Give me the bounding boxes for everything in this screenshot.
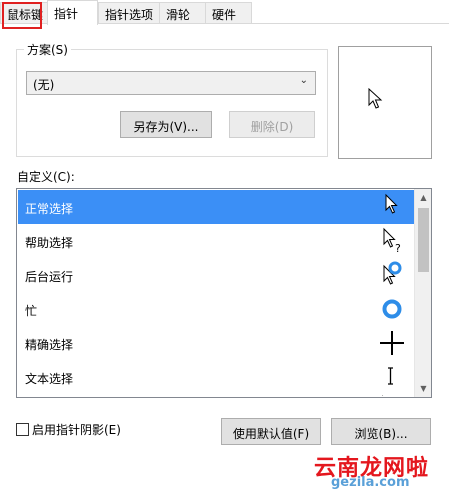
- use-default-button[interactable]: 使用默认值(F): [221, 418, 321, 445]
- arrow-cursor-icon: [370, 190, 410, 224]
- cursor-list[interactable]: 正常选择 帮助选择 ? 后台运行 忙 精确选择 文本选择 ▲ ▼: [16, 188, 432, 398]
- pointer-shadow-label: 启用指针阴影(E): [32, 423, 121, 437]
- tab-hardware[interactable]: 硬件: [205, 2, 252, 24]
- tab-pointer-options[interactable]: 指针选项: [98, 2, 160, 24]
- scheme-select[interactable]: (无) ⌄: [26, 71, 316, 95]
- list-item-partial[interactable]: [18, 394, 414, 396]
- scheme-select-value: (无): [33, 78, 55, 92]
- svg-text:?: ?: [395, 242, 401, 255]
- delete-button-label: 删除(D): [250, 120, 294, 134]
- checkbox-box[interactable]: [16, 423, 29, 436]
- tab-pointers[interactable]: 指针: [47, 0, 98, 25]
- working-in-background-cursor-icon: [370, 258, 410, 292]
- cursor-preview: [338, 46, 432, 159]
- delete-button[interactable]: 删除(D): [229, 111, 315, 138]
- scrollbar-thumb[interactable]: [418, 208, 429, 272]
- text-cursor-icon: [370, 360, 410, 394]
- list-item-label: 帮助选择: [25, 236, 74, 250]
- scroll-down-icon[interactable]: ▼: [415, 380, 431, 397]
- scheme-group-title: 方案(S): [24, 41, 71, 58]
- list-item[interactable]: 忙: [18, 292, 414, 326]
- crosshair-cursor-icon: [370, 326, 410, 360]
- list-scrollbar[interactable]: ▲ ▼: [414, 189, 431, 397]
- scroll-up-icon[interactable]: ▲: [415, 189, 431, 206]
- list-item-label: 忙: [25, 304, 38, 318]
- list-item[interactable]: 帮助选择 ?: [18, 224, 414, 258]
- tab-wheel-label: 滑轮: [166, 8, 191, 22]
- list-item[interactable]: 文本选择: [18, 360, 414, 394]
- save-as-button-label: 另存为(V)...: [133, 120, 199, 134]
- tab-hardware-label: 硬件: [212, 8, 237, 22]
- help-cursor-icon: ?: [370, 224, 410, 258]
- list-item-label: 文本选择: [25, 372, 74, 386]
- list-item[interactable]: 正常选择: [18, 190, 414, 224]
- list-item[interactable]: 后台运行: [18, 258, 414, 292]
- browse-button-label: 浏览(B)...: [354, 427, 408, 441]
- red-highlight-frame: [2, 2, 42, 29]
- save-as-button[interactable]: 另存为(V)...: [120, 111, 212, 138]
- scheme-group: [16, 49, 328, 157]
- customize-label: 自定义(C):: [17, 170, 75, 184]
- cursor-list-rows: 正常选择 帮助选择 ? 后台运行 忙 精确选择 文本选择: [18, 190, 414, 396]
- watermark-url: gezila.com: [331, 475, 410, 490]
- busy-cursor-icon: [370, 292, 410, 326]
- tab-pointer-options-label: 指针选项: [105, 8, 154, 22]
- chevron-down-icon: ⌄: [299, 75, 308, 86]
- list-item[interactable]: 精确选择: [18, 326, 414, 360]
- use-default-button-label: 使用默认值(F): [232, 427, 310, 441]
- browse-button[interactable]: 浏览(B)...: [331, 418, 431, 445]
- pointer-shadow-checkbox[interactable]: 启用指针阴影(E): [16, 421, 121, 438]
- list-item-label: 后台运行: [25, 270, 74, 284]
- list-item-label: 正常选择: [25, 202, 74, 216]
- handwriting-cursor-icon: [370, 394, 410, 396]
- tab-strip: 鼠标键 指针 指针选项 滑轮 硬件: [0, 0, 449, 25]
- list-item-label: 精确选择: [25, 338, 74, 352]
- arrow-cursor-icon: [368, 88, 383, 109]
- tab-pointers-label: 指针: [54, 7, 79, 21]
- tab-wheel[interactable]: 滑轮: [159, 2, 206, 24]
